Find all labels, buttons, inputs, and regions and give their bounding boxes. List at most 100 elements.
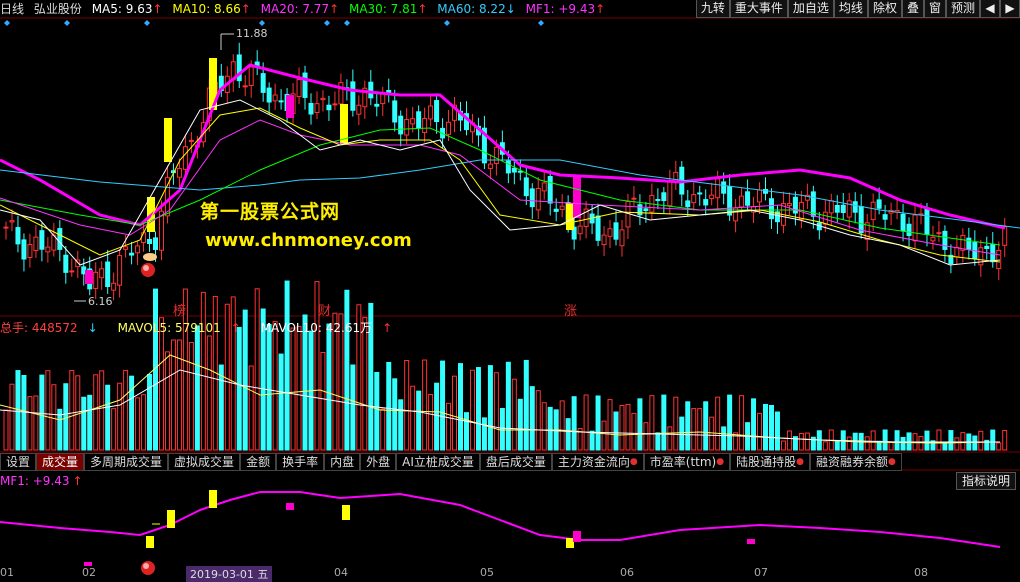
tab-1[interactable]: 成交量	[36, 453, 85, 471]
candle-body	[69, 270, 75, 273]
right-arrow-icon[interactable]: ▶	[1000, 0, 1020, 18]
volume-bar	[673, 396, 679, 451]
candle-body	[852, 201, 858, 213]
candle-body	[147, 239, 153, 244]
candle-body	[912, 214, 918, 242]
volume-header: 总手: 448572 ↓ MAVOL5: 579101 ↑ MAVOL10: 42.…	[0, 320, 408, 336]
volume-bar	[697, 408, 703, 451]
volume-bar	[679, 416, 685, 451]
tab-10[interactable]: 主力资金流向●	[551, 453, 644, 471]
candle-body	[428, 105, 434, 120]
tab-7[interactable]: 外盘	[360, 453, 397, 471]
candle-body	[703, 199, 709, 206]
volume-bar	[21, 374, 27, 451]
candle-body	[266, 87, 272, 103]
tag-zhang[interactable]: 涨	[564, 300, 577, 319]
candle-body	[302, 72, 308, 98]
watermark-url: www.chnmoney.com	[205, 230, 412, 251]
add-watchlist-button[interactable]: 加自选	[787, 0, 834, 18]
candle-body	[117, 255, 123, 286]
volume-bar	[272, 321, 278, 451]
candle-body	[416, 111, 422, 129]
kline-chart[interactable]	[0, 0, 1020, 575]
volume-bar	[75, 375, 81, 451]
exright-button[interactable]: 除权	[867, 0, 902, 18]
candle-body	[398, 115, 404, 135]
tag-cai[interactable]: 财	[318, 300, 331, 319]
tab-3[interactable]: 虚拟成交量	[168, 453, 241, 471]
volume-bar	[350, 364, 356, 451]
low-price-label: 6.16	[88, 295, 113, 308]
mf-signal-bar	[573, 531, 581, 542]
tab-13[interactable]: 融资融券余额●	[809, 453, 902, 471]
candle-body	[248, 66, 254, 86]
volume-bar	[200, 291, 206, 451]
toolbar: 九转 重大事件 加自选 均线 除权 叠 窗 预测 ◀ ▶	[695, 0, 1020, 18]
volume-bar	[948, 430, 954, 451]
period-label[interactable]: 日线	[0, 0, 24, 18]
volume-bar	[906, 432, 912, 451]
tab-2[interactable]: 多周期成交量	[84, 453, 169, 471]
tab-4[interactable]: 金额	[240, 453, 277, 471]
candle-body	[715, 178, 721, 199]
tab-0[interactable]: 设置	[0, 453, 37, 471]
candle-body	[33, 236, 39, 252]
overlay-button[interactable]: 叠	[901, 0, 924, 18]
candle-body	[559, 205, 565, 211]
indicator-explain-button[interactable]: 指标说明	[955, 472, 1016, 490]
tab-5[interactable]: 换手率	[276, 453, 325, 471]
volume-bar	[493, 372, 499, 451]
volume-bar	[206, 335, 212, 451]
date-label: 06	[620, 566, 634, 579]
jiuzhuan-button[interactable]: 九转	[695, 0, 730, 18]
candle-body	[111, 282, 117, 291]
mavol10-value: MAVOL10: 42.61万 ↑	[260, 321, 393, 335]
candle-body	[15, 227, 21, 245]
tab-11[interactable]: 市盈率(ttm)●	[643, 453, 731, 471]
volume-bar	[703, 401, 709, 451]
major-events-button[interactable]: 重大事件	[729, 0, 788, 18]
candle-body	[607, 228, 613, 237]
volume-bar	[685, 401, 691, 451]
candle-body	[595, 215, 601, 241]
date-label: 2019-03-01 五	[186, 566, 273, 582]
forecast-button[interactable]: 预测	[945, 0, 980, 18]
tab-6[interactable]: 内盘	[324, 453, 361, 471]
volume-bar	[715, 396, 721, 451]
ma-line-button[interactable]: 均线	[833, 0, 868, 18]
volume-bar	[158, 317, 164, 451]
volume-bar	[99, 370, 105, 451]
candle-body	[493, 146, 499, 164]
date-label: 08	[914, 566, 928, 579]
flag-icon	[143, 253, 157, 261]
candle-body	[350, 81, 356, 111]
volume-bar	[757, 412, 763, 451]
tab-12[interactable]: 陆股通持股●	[730, 453, 810, 471]
volume-bar	[631, 412, 637, 451]
tab-8[interactable]: AI立桩成交量	[396, 453, 480, 471]
volume-bar	[475, 367, 481, 451]
volume-bar	[499, 407, 505, 451]
volume-bar	[637, 398, 643, 451]
candle-body	[637, 204, 643, 216]
high-price-label: 11.88	[236, 27, 268, 40]
badge-icon	[143, 265, 149, 271]
tag-bang[interactable]: 榜	[173, 300, 186, 319]
volume-bar	[129, 375, 135, 451]
volume-bar	[786, 430, 792, 451]
window-button[interactable]: 窗	[923, 0, 946, 18]
candle-body	[356, 104, 362, 115]
tab-9[interactable]: 盘后成交量	[479, 453, 552, 471]
candle-body	[523, 177, 529, 197]
volume-bar	[176, 339, 182, 451]
candle-body	[9, 220, 15, 223]
volume-bar	[619, 405, 625, 451]
volume-bar	[487, 365, 493, 451]
volume-bar	[505, 361, 511, 451]
volume-bar	[440, 360, 446, 451]
candle-body	[643, 208, 649, 212]
left-arrow-icon[interactable]: ◀	[980, 0, 1000, 18]
volume-bar	[404, 359, 410, 451]
candle-body	[135, 245, 141, 254]
candle-body	[21, 239, 27, 260]
